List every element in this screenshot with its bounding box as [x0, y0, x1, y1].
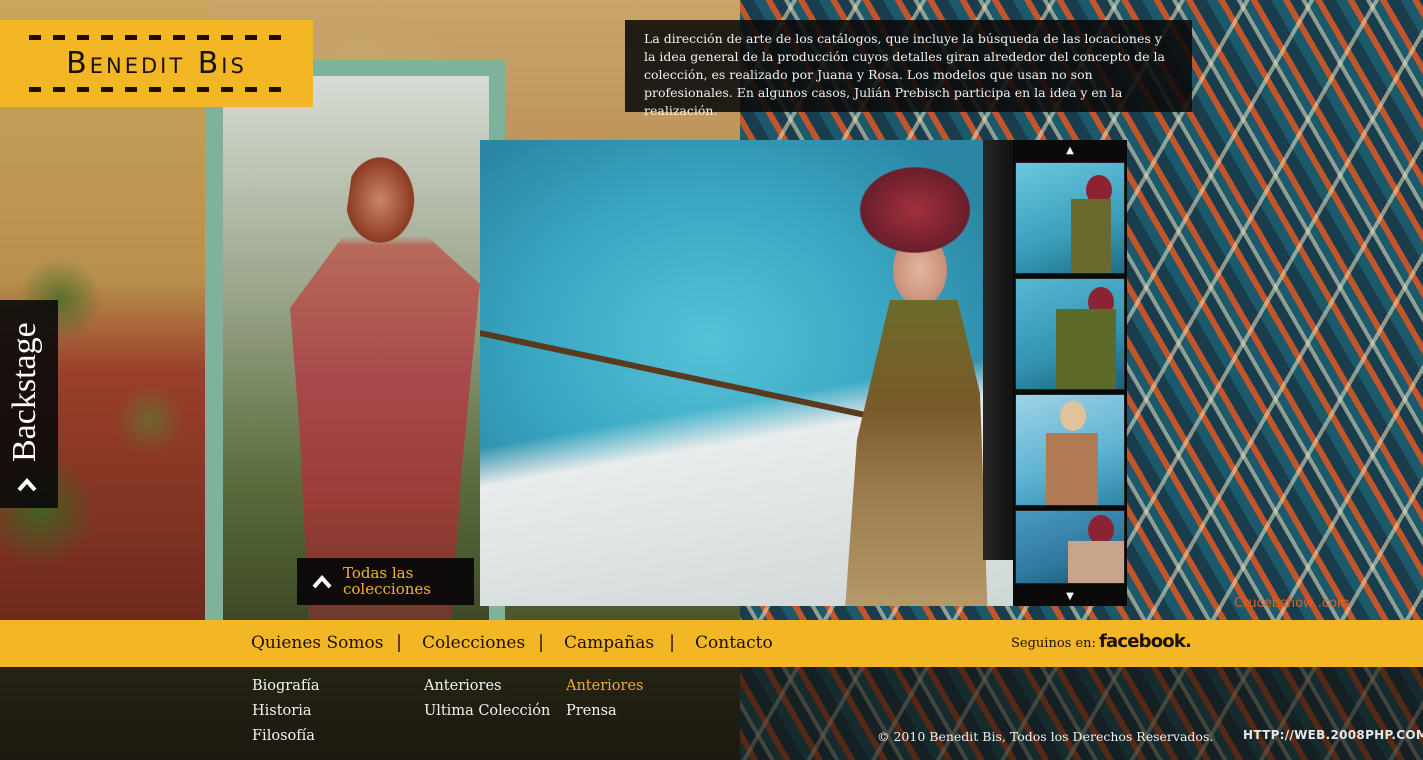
backstage-tab[interactable]: Backstage — [0, 300, 58, 508]
submenu-link-campanas-anteriores[interactable]: Anteriores — [566, 676, 643, 701]
photo-credit: Crucebshow .com — [1234, 596, 1350, 611]
submenu-link-filosofia[interactable]: Filosofía — [252, 726, 320, 751]
thumbnail-item[interactable] — [1015, 162, 1125, 274]
submenu-quienes-somos: Biografía Historia Filosofía — [252, 676, 320, 751]
thumbnail-item[interactable] — [1015, 394, 1125, 506]
backstage-label: Backstage — [6, 322, 43, 462]
copyright-text: © 2010 Benedit Bis, Todos los Derechos R… — [877, 729, 1214, 744]
thumbnail-subject — [1068, 541, 1124, 583]
logo-dashes-top — [28, 35, 285, 40]
main-navigation: Quienes Somos | Colecciones | Campañas |… — [0, 620, 1423, 667]
description-text: La dirección de arte de los catálogos, q… — [644, 31, 1165, 118]
site-watermark: HTTP://WEB.2008PHP.COM — [1243, 728, 1423, 742]
thumbnail-subject — [1046, 433, 1098, 505]
nav-campanas[interactable]: Campañas — [564, 633, 654, 653]
thumbnail-subject — [1056, 309, 1116, 389]
photo-model-figure — [845, 300, 988, 606]
thumbnail-item[interactable] — [1015, 278, 1125, 390]
nav-contacto[interactable]: Contacto — [695, 633, 773, 653]
arrow-down-icon: ▼ — [1066, 590, 1074, 602]
submenu-campanas: Anteriores Prensa — [566, 676, 643, 726]
arrow-up-icon: ▲ — [1066, 144, 1074, 156]
submenu-link-historia[interactable]: Historia — [252, 701, 320, 726]
all-collections-label-line1: Todas las — [343, 564, 414, 582]
all-collections-button[interactable]: Todas las colecciones — [297, 558, 474, 605]
follow-label: Seguinos en: — [1011, 636, 1096, 651]
nav-separator: | — [538, 632, 545, 653]
all-collections-label: Todas las colecciones — [343, 565, 468, 597]
facebook-link[interactable]: facebook. — [1099, 631, 1192, 652]
nav-quienes-somos[interactable]: Quienes Somos — [251, 633, 383, 653]
chevron-up-icon — [17, 477, 37, 492]
submenu-link-anteriores[interactable]: Anteriores — [424, 676, 550, 701]
thumbnail-strip: ▲ ▼ — [1013, 140, 1127, 606]
thumbnail-subject — [1060, 401, 1086, 431]
thumbnail-scroll-up-button[interactable]: ▲ — [1013, 140, 1127, 160]
submenu-colecciones: Anteriores Ultima Colección — [424, 676, 550, 726]
thumbnail-subject — [1071, 199, 1111, 273]
nav-separator: | — [669, 632, 676, 653]
brand-name: Benedit Bis — [66, 46, 247, 81]
submenu-link-ultima-coleccion[interactable]: Ultima Colección — [424, 701, 550, 726]
photo-door-frame — [983, 140, 1013, 560]
photo-handrail — [480, 330, 891, 424]
footer-shade — [0, 667, 1423, 760]
thumbnail-scroll-down-button[interactable]: ▼ — [1013, 586, 1127, 606]
description-panel: La dirección de arte de los catálogos, q… — [625, 20, 1192, 118]
nav-separator: | — [396, 632, 403, 653]
thumbnail-item[interactable] — [1015, 510, 1125, 584]
chevron-up-icon — [312, 574, 332, 589]
brand-logo[interactable]: Benedit Bis — [0, 20, 313, 107]
submenu-link-prensa[interactable]: Prensa — [566, 701, 643, 726]
nav-colecciones[interactable]: Colecciones — [422, 633, 525, 653]
logo-dashes-bottom — [28, 87, 285, 92]
all-collections-label-line2: colecciones — [343, 580, 431, 598]
submenu-link-biografia[interactable]: Biografía — [252, 676, 320, 701]
main-gallery-photo[interactable] — [480, 140, 1013, 606]
